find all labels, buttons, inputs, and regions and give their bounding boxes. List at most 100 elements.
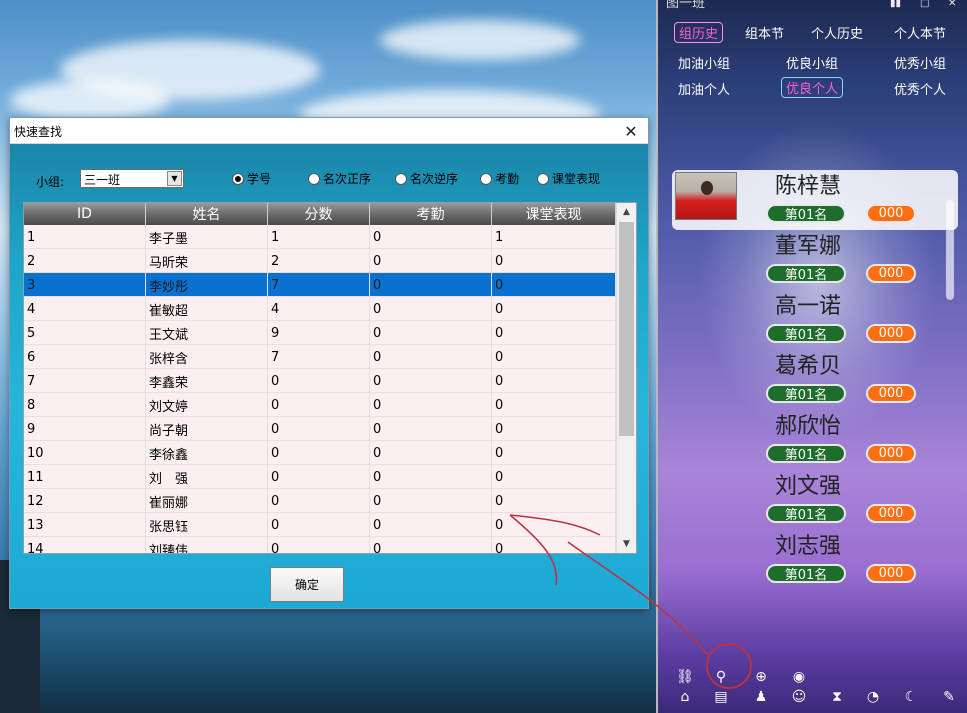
table-cell-id: 3 bbox=[24, 273, 146, 297]
radio-rank-asc[interactable]: 名次正序 bbox=[308, 170, 371, 187]
table-row[interactable]: 14 刘臻伟 0 0 0 bbox=[24, 537, 616, 553]
table-cell-performance: 0 bbox=[492, 513, 616, 537]
tab-excellent-individual[interactable]: 优秀个人 bbox=[894, 79, 946, 98]
table-cell-id: 8 bbox=[24, 393, 146, 417]
tab-group-this-session[interactable]: 组本节 bbox=[745, 23, 784, 42]
column-header-attendance[interactable]: 考勤 bbox=[370, 203, 492, 225]
table-cell-id: 1 bbox=[24, 225, 146, 249]
document-icon[interactable]: ▤ bbox=[712, 688, 730, 706]
scroll-thumb[interactable] bbox=[619, 222, 634, 436]
tab-good-group[interactable]: 优良小组 bbox=[786, 53, 838, 72]
table-cell-attendance: 0 bbox=[370, 249, 492, 273]
scroll-down-icon[interactable]: ▼ bbox=[617, 535, 636, 553]
student-name[interactable]: 陈梓慧 bbox=[748, 168, 868, 200]
maximize-icon[interactable]: □ bbox=[920, 0, 934, 9]
rank-badge: 第01名 bbox=[766, 444, 846, 463]
score-badge: 000 bbox=[866, 384, 916, 403]
table-cell-name: 刘文婷 bbox=[146, 393, 268, 417]
table-row[interactable]: 5 王文斌 9 0 0 bbox=[24, 321, 616, 345]
close-button[interactable]: ✕ bbox=[614, 118, 648, 144]
table-row[interactable]: 12 崔丽娜 0 0 0 bbox=[24, 489, 616, 513]
panel-scrollbar[interactable] bbox=[946, 200, 954, 300]
table-row[interactable]: 7 李鑫荣 0 0 0 bbox=[24, 369, 616, 393]
clock-icon[interactable]: ◔ bbox=[864, 688, 882, 706]
eye-icon[interactable]: ◉ bbox=[790, 668, 808, 686]
student-name[interactable]: 董军娜 bbox=[748, 228, 868, 260]
ok-button[interactable]: 确定 bbox=[270, 567, 344, 602]
radio-dot[interactable] bbox=[232, 172, 244, 185]
radio-class-performance[interactable]: 课堂表现 bbox=[537, 170, 600, 187]
chevron-down-icon[interactable]: ▼ bbox=[167, 171, 182, 186]
dialog-title: 快速查找 bbox=[14, 125, 63, 139]
radio-student-id[interactable]: 学号 bbox=[232, 170, 271, 187]
tab-good-individual[interactable]: 优良个人 bbox=[781, 77, 844, 98]
student-name[interactable]: 葛希贝 bbox=[748, 348, 868, 380]
hourglass-icon[interactable]: ⧗ bbox=[828, 688, 846, 706]
table-cell-name: 刘 强 bbox=[146, 465, 268, 489]
radio-label: 名次逆序 bbox=[410, 172, 459, 186]
column-header-performance[interactable]: 课堂表现 bbox=[492, 203, 616, 225]
column-header-id[interactable]: ID bbox=[24, 203, 146, 225]
table-cell-attendance: 0 bbox=[370, 273, 492, 297]
table-row[interactable]: 2 马昕荣 2 0 0 bbox=[24, 249, 616, 273]
table-row[interactable]: 3 李妙彤 7 0 0 bbox=[24, 273, 616, 297]
radio-rank-desc[interactable]: 名次逆序 bbox=[395, 170, 458, 187]
table-row[interactable]: 11 刘 强000 bbox=[24, 465, 616, 489]
student-name[interactable]: 刘志强 bbox=[748, 528, 868, 560]
table-scrollbar[interactable]: ▲ ▼ bbox=[616, 203, 636, 553]
column-header-name[interactable]: 姓名 bbox=[146, 203, 268, 225]
table-row[interactable]: 9 尚子朝 0 0 0 bbox=[24, 417, 616, 441]
scroll-up-icon[interactable]: ▲ bbox=[617, 203, 636, 221]
table-row[interactable]: 13 张思钰 0 0 0 bbox=[24, 513, 616, 537]
group-select[interactable]: 三一班 ▼ bbox=[80, 169, 184, 188]
smile-icon[interactable]: ☺ bbox=[790, 688, 808, 706]
pin-icon[interactable]: ▮▮ bbox=[890, 0, 904, 9]
student-name[interactable]: 郝欣怡 bbox=[748, 408, 868, 440]
moon-icon[interactable]: ☾ bbox=[902, 688, 920, 706]
zoom-icon[interactable]: ⊕ bbox=[752, 668, 770, 686]
people-icon[interactable]: ♟ bbox=[752, 688, 770, 706]
radio-dot[interactable] bbox=[395, 172, 407, 185]
tab-personal-this-session[interactable]: 个人本节 bbox=[894, 23, 946, 42]
radio-dot[interactable] bbox=[308, 172, 320, 185]
tab-excellent-group[interactable]: 优秀小组 bbox=[894, 53, 946, 72]
table-row[interactable]: 10 李徐鑫 0 0 0 bbox=[24, 441, 616, 465]
table-cell-id: 14 bbox=[24, 537, 146, 553]
table-cell-score: 0 bbox=[268, 393, 370, 417]
table-row[interactable]: 8 刘文婷 0 0 0 bbox=[24, 393, 616, 417]
home-icon[interactable]: ⌂ bbox=[676, 688, 694, 706]
score-badge: 000 bbox=[866, 444, 916, 463]
tab-group-history[interactable]: 组历史 bbox=[674, 22, 724, 43]
column-header-score[interactable]: 分数 bbox=[268, 203, 370, 225]
student-name[interactable]: 高一诺 bbox=[748, 288, 868, 320]
table-cell-id: 9 bbox=[24, 417, 146, 441]
radio-attendance[interactable]: 考勤 bbox=[480, 170, 519, 187]
tab-effort-group[interactable]: 加油小组 bbox=[678, 53, 730, 72]
radio-dot[interactable] bbox=[537, 172, 549, 185]
group-label: 小组: bbox=[36, 175, 65, 189]
table-cell-name: 刘臻伟 bbox=[146, 537, 268, 553]
group-select-value: 三一班 bbox=[84, 173, 121, 187]
score-panel: 图一班 ▮▮ □ ✕ 组历史 组本节 个人历史 个人本节 加油小组 优良小组 优… bbox=[656, 0, 967, 713]
close-icon[interactable]: ✕ bbox=[948, 0, 962, 9]
table-cell-name: 尚子朝 bbox=[146, 417, 268, 441]
table-cell-attendance: 0 bbox=[370, 321, 492, 345]
student-name[interactable]: 刘文强 bbox=[748, 468, 868, 500]
wrench-icon[interactable]: ✎ bbox=[940, 688, 958, 706]
table-cell-score: 0 bbox=[268, 537, 370, 553]
search-icon[interactable]: ⚲ bbox=[712, 668, 730, 686]
table-row[interactable]: 1 李子墨 1 0 1 bbox=[24, 225, 616, 249]
table-cell-attendance: 0 bbox=[370, 345, 492, 369]
table-cell-id: 11 bbox=[24, 465, 146, 489]
link-icon[interactable]: ⛓ bbox=[676, 668, 694, 686]
table-row[interactable]: 6 张梓含 7 0 0 bbox=[24, 345, 616, 369]
tab-effort-individual[interactable]: 加油个人 bbox=[678, 79, 730, 98]
student-table[interactable]: ID 姓名 分数 考勤 课堂表现 1 李子墨 1 0 1 2 马昕荣 2 0 0 3 李妙彤 7 0 0 4 崔… bbox=[23, 202, 637, 554]
rank-badge: 第01名 bbox=[766, 564, 846, 583]
table-cell-id: 6 bbox=[24, 345, 146, 369]
tab-personal-history[interactable]: 个人历史 bbox=[811, 23, 863, 42]
table-row[interactable]: 4 崔敏超 4 0 0 bbox=[24, 297, 616, 321]
radio-dot[interactable] bbox=[480, 172, 492, 185]
table-cell-attendance: 0 bbox=[370, 513, 492, 537]
table-cell-performance: 0 bbox=[492, 417, 616, 441]
